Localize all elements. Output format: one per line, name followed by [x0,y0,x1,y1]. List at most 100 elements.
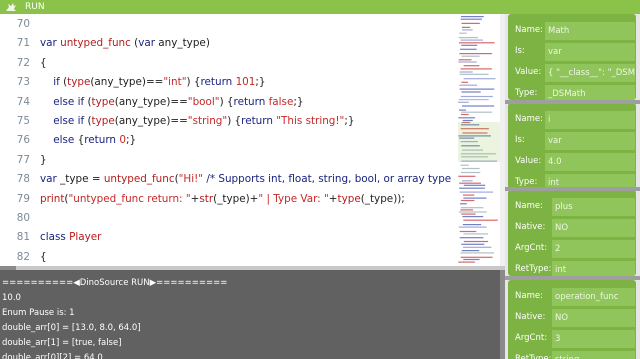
inspector-row: Is: var [515,132,635,150]
minimap-stroke [460,203,467,205]
console-output-line: double_arr[0][2] = 64.0 [2,353,103,359]
inspector-value-field[interactable]: var [545,43,635,61]
code-line[interactable]: 76 else {return 0;} [0,131,505,150]
minimap-stroke [460,68,492,70]
minimap-viewport[interactable] [458,122,500,162]
minimap-stroke [458,59,472,61]
code-line[interactable]: 82 { [0,248,505,266]
minimap-stroke [458,175,476,177]
minimap-stroke [461,55,480,57]
inspector-value-field[interactable]: NO [552,309,635,327]
inspector-card[interactable]: Name: operation_func Native: NO ArgCnt: 3 RetT… [508,280,636,359]
code-line[interactable]: 81 class Player [0,228,505,247]
minimap-stroke [461,111,493,113]
code-minimap[interactable] [458,14,500,266]
line-number: 82 [16,250,30,263]
console-output-line: double_arr[1] = [true, false] [2,338,122,348]
code-line[interactable]: 78 var _type = untyped_func("Hi!" /* Supp… [0,170,505,189]
code-editor[interactable]: 70 71 var untyped_func (var any_type) 72 {73… [0,14,505,266]
inspector-row: Native: NO [515,219,635,237]
code-line[interactable]: 74 else if (type(any_type)=="bool") {ret… [0,93,505,112]
code-line[interactable]: 75 else if (type(any_type)=="string") {r… [0,112,505,131]
code-text[interactable]: var untyped_func (var any_type) [40,34,210,53]
code-line[interactable]: 72 { [0,54,505,73]
line-number: 79 [16,192,30,205]
line-number: 74 [16,95,30,108]
inspector-value-field[interactable]: var [545,132,635,150]
code-text[interactable]: else if (type(any_type)=="string") {retu… [40,112,354,131]
line-number: 71 [16,37,30,50]
inspector-label: RetType: [515,354,552,359]
dino-logo-icon [6,3,16,11]
minimap-stroke [460,95,493,98]
minimap-stroke [463,258,480,261]
minimap-stroke [461,213,476,215]
inspector-label: Name: [515,291,543,301]
window-title: RUN [25,2,45,12]
inspector-label: Value: [515,156,542,166]
code-text[interactable]: } [40,151,47,170]
minimap-stroke [460,164,469,166]
minimap-stroke [459,182,481,184]
code-text[interactable]: if (type(any_type)=="int") {return 101;} [40,73,265,92]
code-text[interactable]: { [40,54,47,73]
inspector-label: Native: [515,312,546,322]
minimap-stroke [460,39,483,41]
inspector-label: ArgCnt: [515,243,548,253]
inspector-label: Native: [515,222,546,232]
minimap-stroke [458,226,487,228]
minimap-stroke [462,180,473,182]
inspector-value-field[interactable]: string [552,351,635,359]
code-line[interactable]: 79 print("untyped_func return: "+str(_typ… [0,190,505,209]
code-line[interactable]: 71 var untyped_func (var any_type) [0,34,505,53]
minimap-stroke [461,113,469,116]
code-line[interactable]: 80 [0,209,505,228]
minimap-stroke [461,26,471,28]
inspector-card[interactable]: Name: Math Is: var Value:{ "__class__": "_DS… [508,14,636,100]
minimap-stroke [459,73,489,75]
inspector-card[interactable]: Name: plus Native: NO ArgCnt: 2 RetType: int [508,190,636,276]
minimap-stroke [462,119,473,122]
inspector-label: Name: [515,25,543,35]
code-text[interactable]: var _type = untyped_func("Hi!" /* Suppor… [40,170,451,189]
console-output-line: double_arr[0] = [13.0, 8.0, 64.0] [2,323,141,333]
code-text[interactable]: else {return 0;} [40,131,136,150]
inspector-value-field[interactable]: Math [545,22,635,40]
line-number: 78 [16,173,30,186]
inspector-value-field[interactable]: { "__class__": "_DSM [545,64,635,82]
code-text[interactable]: class Player [40,228,101,247]
inspector-value-field[interactable]: 3 [552,330,635,348]
inspector-row: Value: 4.0 [515,153,635,171]
inspector-value-field[interactable]: 2 [552,240,635,258]
inspector-row: Type: _DSMath [515,85,635,100]
inspector-value-field[interactable]: 4.0 [545,153,635,171]
code-text[interactable]: { [40,248,47,266]
line-number: 73 [16,76,30,89]
code-text[interactable]: else if (type(any_type)=="bool") {return… [40,93,303,112]
code-line[interactable]: 70 [0,15,505,34]
inspector-value-field[interactable]: operation_func [552,288,635,306]
minimap-stroke [460,256,493,258]
inspector-card[interactable]: Name: i Is: var Value: 4.0 Type: int [508,103,636,189]
inspector-row: Is: var [515,43,635,61]
inspector-row: Value:{ "__class__": "_DSM [515,64,635,82]
inspector-row: RetType: int [515,261,635,276]
minimap-stroke [463,184,486,186]
inspector-row: Native: NO [515,309,635,327]
minimap-stroke [462,29,473,31]
code-line[interactable]: 73 if (type(any_type)=="int") {return 10… [0,73,505,92]
minimap-stroke [459,71,473,73]
line-number: 76 [16,134,30,147]
inspector-row: Name: plus [515,198,635,216]
minimap-stroke [462,224,482,226]
inspector-value-field[interactable]: int [552,261,635,276]
minimap-stroke [461,22,480,24]
minimap-stroke [459,32,467,34]
inspector-row: RetType:string [515,351,635,359]
code-text[interactable]: print("untyped_func return: "+str(_type)… [40,190,405,209]
code-line[interactable]: 77} [0,151,505,170]
inspector-value-field[interactable]: i [545,111,635,129]
inspector-value-field[interactable]: plus [552,198,635,216]
inspector-value-field[interactable]: _DSMath [545,85,635,100]
inspector-value-field[interactable]: NO [552,219,635,237]
